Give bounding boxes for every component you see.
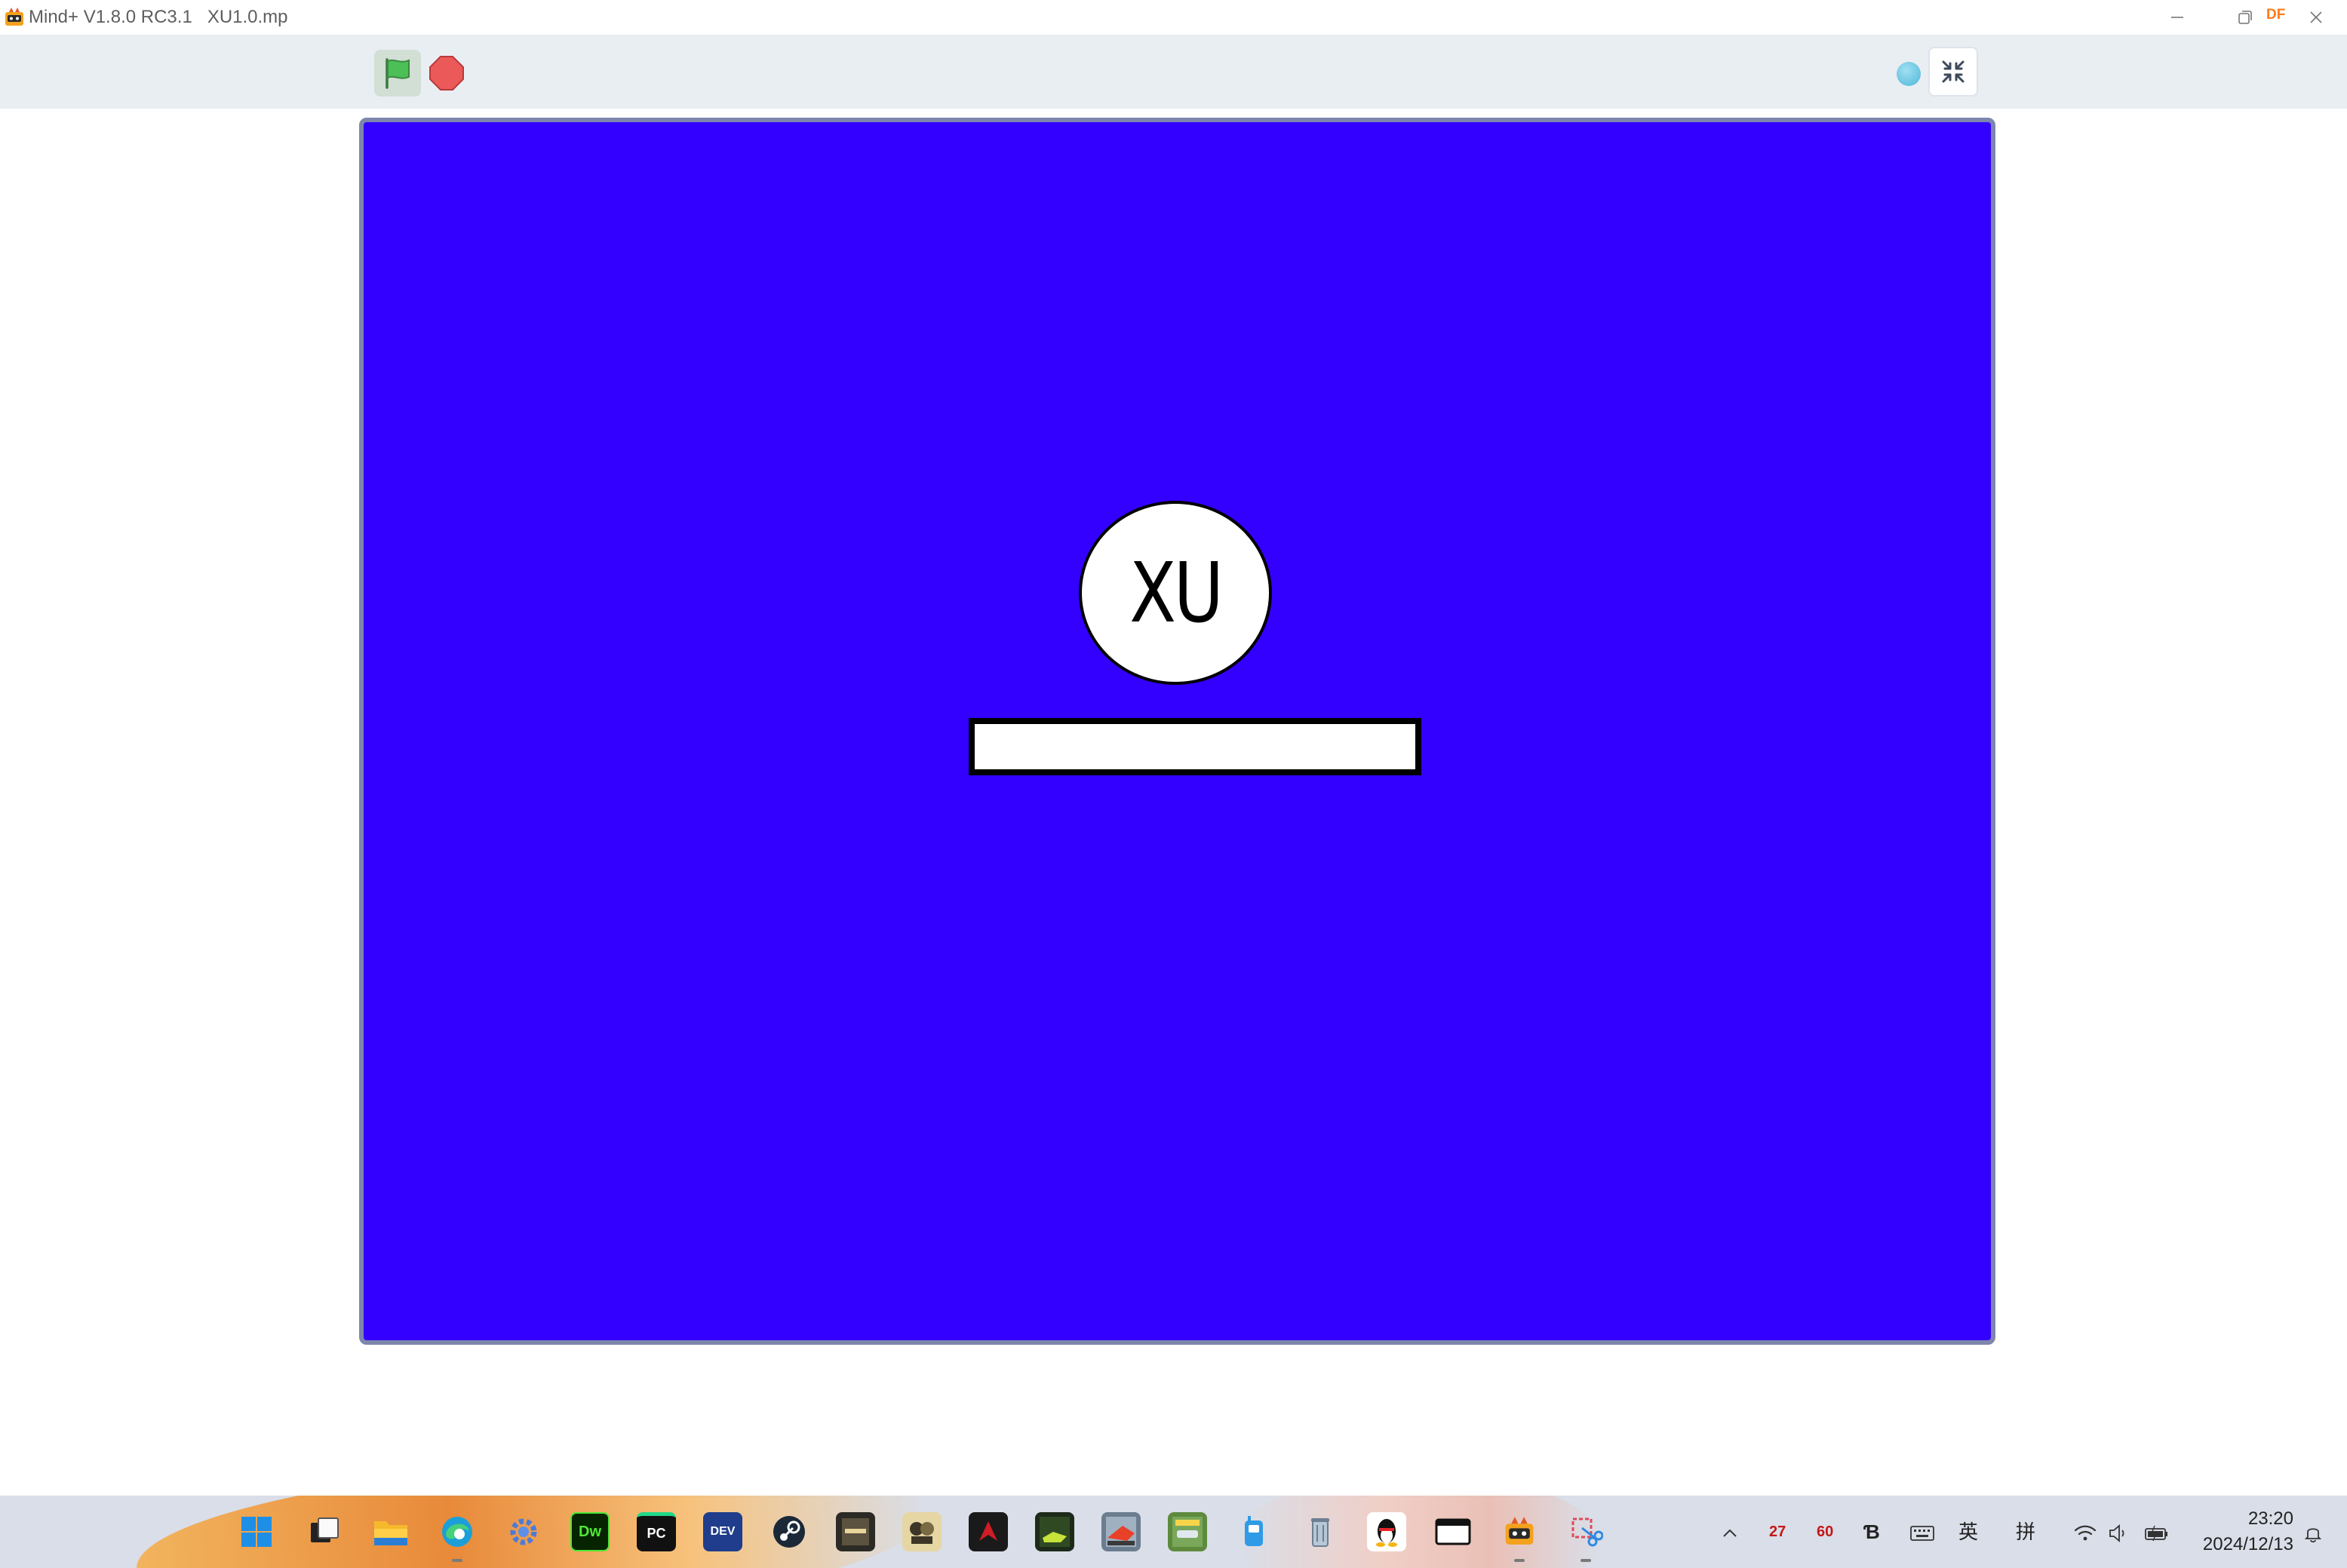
- wifi-button[interactable]: [2073, 1496, 2097, 1568]
- windows-taskbar: Dw PC DEV 27 60 Ɓ 英 拼 23:20 2024/12/13: [0, 1496, 2347, 1568]
- wallpaper-swoosh: [1237, 1496, 1599, 1568]
- walkie-app-icon: [1245, 1516, 1263, 1546]
- shrink-stage-icon: [1942, 60, 1965, 83]
- minimize-button[interactable]: [2155, 0, 2200, 35]
- war-game-icon: [1106, 1517, 1136, 1547]
- pycharm-button[interactable]: PC: [637, 1512, 676, 1551]
- file-explorer-button[interactable]: [371, 1512, 410, 1551]
- title-bar: Mind+ V1.8.0 RC3.1 XU1.0.mp DF: [0, 0, 2347, 35]
- call-of-duty-button[interactable]: [836, 1512, 875, 1551]
- sprite-label: XU: [1129, 545, 1224, 641]
- red-app-icon: [979, 1521, 997, 1541]
- qq-penguin-icon: [1376, 1519, 1397, 1547]
- shrink-stage-button[interactable]: [1928, 47, 1978, 97]
- keyboard-icon: [1910, 1526, 1934, 1542]
- chevron-up-icon: [1723, 1529, 1737, 1537]
- settings-gear-icon: [510, 1518, 537, 1545]
- game-button[interactable]: [902, 1512, 942, 1551]
- window-app-button[interactable]: [1433, 1512, 1473, 1551]
- racing-game-button[interactable]: [1035, 1512, 1074, 1551]
- ime-mode-toggle[interactable]: 英: [1958, 1496, 1978, 1568]
- volume-icon: [2109, 1524, 2124, 1543]
- window-title: Mind+ V1.8.0 RC3.1 XU1.0.mp: [29, 0, 288, 35]
- task-view-button[interactable]: [305, 1512, 344, 1551]
- dev-cpp-icon: DEV: [710, 1525, 736, 1538]
- gpu-temp-readout[interactable]: 60: [1817, 1496, 1833, 1568]
- window-app-icon: [1435, 1518, 1471, 1545]
- walkie-app-button[interactable]: [1234, 1512, 1273, 1551]
- game-icon: [910, 1522, 934, 1544]
- green-flag-icon: [386, 58, 410, 89]
- stage-canvas[interactable]: XU: [359, 118, 1995, 1345]
- clock-time: 23:20: [2247, 1508, 2293, 1529]
- mindplus-window: Mind+ V1.8.0 RC3.1 XU1.0.mp DF XU Dw PC …: [0, 0, 2347, 1568]
- clock-date: 2024/12/13: [2202, 1534, 2293, 1554]
- xu-sprite[interactable]: XU: [1079, 501, 1272, 685]
- battery-button[interactable]: [2144, 1496, 2170, 1568]
- file-explorer-icon: [374, 1521, 407, 1545]
- dreamweaver-button[interactable]: Dw: [570, 1512, 610, 1551]
- minimize-icon: [2171, 17, 2183, 18]
- racing-game-icon: [1040, 1517, 1070, 1547]
- settings-button[interactable]: [504, 1512, 543, 1551]
- green-flag-button[interactable]: [374, 50, 421, 97]
- war-game-button[interactable]: [1101, 1512, 1141, 1551]
- ime-pinyin-toggle[interactable]: 拼: [2016, 1496, 2035, 1568]
- stop-button[interactable]: [427, 54, 466, 93]
- keyboard-button[interactable]: [1910, 1496, 1934, 1568]
- pycharm-icon: PC: [647, 1526, 666, 1541]
- battery-icon: [2145, 1525, 2167, 1542]
- mindplus-button[interactable]: [1500, 1512, 1539, 1551]
- recycle-bin-button[interactable]: [1301, 1512, 1340, 1551]
- file-name: XU1.0.mp: [207, 7, 288, 27]
- edge-icon: [442, 1517, 472, 1547]
- dreamweaver-icon: Dw: [579, 1523, 601, 1540]
- snipping-tool-button[interactable]: [1566, 1512, 1605, 1551]
- tray-app-b-icon[interactable]: Ɓ: [1863, 1496, 1880, 1568]
- close-icon: [2310, 11, 2322, 23]
- show-hidden-icons-button[interactable]: [1720, 1496, 1740, 1568]
- taskbar-clock[interactable]: 23:20 2024/12/13: [2188, 1506, 2293, 1557]
- restore-icon: [2238, 11, 2252, 24]
- task-view-icon: [311, 1517, 339, 1542]
- stage-toolbar: [0, 35, 2347, 109]
- edge-button[interactable]: [438, 1512, 477, 1551]
- app-name: Mind+ V1.8.0 RC3.1: [29, 7, 192, 27]
- bell-icon: [2304, 1528, 2322, 1543]
- running-indicator: [1581, 1559, 1591, 1562]
- volume-button[interactable]: [2108, 1496, 2130, 1568]
- snipping-tool-icon: [1571, 1517, 1603, 1547]
- answer-input[interactable]: [969, 718, 1421, 775]
- notification-button[interactable]: [2302, 1496, 2324, 1568]
- steam-icon: [773, 1516, 805, 1548]
- mindplus-icon: [1505, 1517, 1534, 1545]
- mindplus-logo-icon: [5, 8, 23, 26]
- car-game-button[interactable]: [1168, 1512, 1207, 1551]
- running-indicator: [1514, 1559, 1525, 1562]
- start-button[interactable]: [237, 1512, 276, 1551]
- steam-button[interactable]: [770, 1512, 809, 1551]
- qq-button[interactable]: [1367, 1512, 1406, 1551]
- close-button[interactable]: [2293, 0, 2339, 35]
- stop-sign-icon: [429, 56, 464, 91]
- red-app-button[interactable]: [969, 1512, 1008, 1551]
- recycle-bin-icon: [1311, 1518, 1329, 1547]
- connection-status-icon: [1897, 62, 1921, 86]
- running-indicator: [452, 1559, 462, 1562]
- dev-cpp-button[interactable]: DEV: [703, 1512, 742, 1551]
- df-badge: DF: [2266, 7, 2286, 23]
- restore-button[interactable]: [2223, 0, 2268, 35]
- start-icon: [241, 1517, 272, 1547]
- wifi-icon: [2074, 1525, 2097, 1541]
- cpu-temp-readout[interactable]: 27: [1769, 1496, 1786, 1568]
- car-game-icon: [1172, 1517, 1203, 1547]
- call-of-duty-icon: [842, 1518, 869, 1545]
